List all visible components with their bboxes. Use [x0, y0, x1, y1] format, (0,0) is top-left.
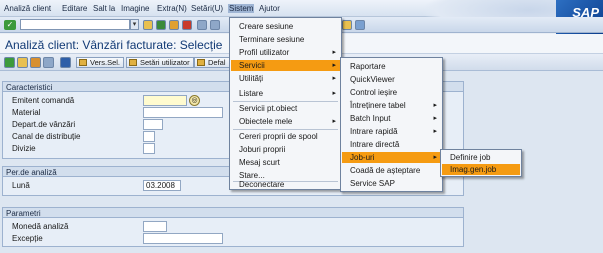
menu-setari[interactable]: Setări(U) — [191, 4, 223, 13]
user-settings-button[interactable]: Setări utilizator — [126, 57, 194, 68]
system-menu: Creare sesiune Terminare sesiune Profil … — [229, 17, 342, 190]
currency-field[interactable] — [143, 221, 167, 232]
submenu-arrow-icon: ▸ — [332, 118, 336, 125]
print-icon[interactable] — [197, 20, 207, 30]
menu-item-direct-input[interactable]: Intrare directă — [342, 139, 441, 150]
menu-item-quickviewer[interactable]: QuickViewer — [342, 74, 441, 85]
enter-check-icon[interactable]: ✓ — [4, 20, 16, 30]
distribution-channel-field[interactable] — [143, 131, 155, 142]
menu-ajutor[interactable]: Ajutor — [259, 4, 280, 13]
menu-item-create-session[interactable]: Creare sesiune — [231, 21, 340, 32]
submenu-arrow-icon: ▸ — [332, 49, 336, 56]
default-icon — [197, 59, 205, 66]
jobs-submenu: Definire job Imag.gen.job — [440, 149, 522, 177]
menu-item-own-spool-requests[interactable]: Cereri proprii de spool — [231, 131, 340, 142]
emitent-field[interactable] — [143, 95, 187, 106]
menu-item-jobs[interactable]: Job-uri ▸ — [342, 152, 441, 163]
menu-item-fast-entry[interactable]: Intrare rapidă ▸ — [342, 126, 441, 137]
menu-item-object-services[interactable]: Servicii pt.obiect — [231, 103, 340, 114]
save-icon[interactable] — [143, 20, 153, 30]
submenu-arrow-icon: ▸ — [433, 128, 437, 135]
group-title: Per.de analiză — [6, 168, 57, 177]
menu-item-batch-input[interactable]: Batch Input ▸ — [342, 113, 441, 124]
back-icon[interactable] — [156, 20, 166, 30]
version-icon — [79, 59, 87, 66]
command-field-dropdown-icon[interactable]: ▾ — [130, 19, 139, 30]
row-exception: Excepție — [3, 233, 463, 245]
menu-item-queue[interactable]: Coadă de așteptare — [342, 165, 441, 176]
submenu-arrow-icon: ▸ — [433, 115, 437, 122]
version-selection-button[interactable]: Vers.Sel. — [76, 57, 125, 68]
search-help-icon[interactable]: ◎ — [189, 95, 200, 106]
help-icon[interactable] — [355, 20, 365, 30]
menu-item-reporting[interactable]: Raportare — [342, 61, 441, 72]
group-parameters: Parametri Monedă analiză Excepție — [2, 207, 464, 247]
menu-item-list[interactable]: Listare ▸ — [231, 88, 340, 99]
menu-item-output-control[interactable]: Control ieșire — [342, 87, 441, 98]
menu-item-sap-service[interactable]: Service SAP — [342, 178, 441, 189]
month-field[interactable]: 03.2008 — [143, 180, 181, 191]
save-variant-icon[interactable] — [30, 57, 41, 68]
exception-field[interactable] — [143, 233, 223, 244]
menu-salt-la[interactable]: Salt la — [93, 4, 115, 13]
material-field[interactable] — [143, 107, 223, 118]
exit-icon[interactable] — [169, 20, 179, 30]
submenu-arrow-icon: ▸ — [433, 102, 437, 109]
menu-editare[interactable]: Editare — [62, 4, 87, 13]
services-submenu: Raportare QuickViewer Control ieșire Înt… — [340, 57, 443, 192]
menu-item-table-maintenance[interactable]: Întreținere tabel ▸ — [342, 100, 441, 111]
menu-item-end-session[interactable]: Terminare sesiune — [231, 34, 340, 45]
submenu-arrow-icon: ▸ — [332, 75, 336, 82]
command-field[interactable] — [20, 19, 130, 30]
menu-item-services[interactable]: Servicii ▸ — [231, 60, 340, 71]
menu-item-logoff[interactable]: Deconectare — [231, 179, 340, 190]
menu-item-own-jobs[interactable]: Joburi proprii — [231, 144, 340, 155]
page-title: Analiză client: Vânzări facturate: Selec… — [5, 38, 223, 52]
get-variant-icon[interactable] — [17, 57, 28, 68]
default-button[interactable]: Defal — [194, 57, 230, 68]
division-field[interactable] — [143, 143, 155, 154]
execute-icon[interactable] — [4, 57, 15, 68]
menu-separator — [233, 129, 338, 130]
menu-imagine[interactable]: Imagine — [121, 4, 149, 13]
menu-extra[interactable]: Extra(N) — [157, 4, 187, 13]
group-title: Parametri — [6, 209, 41, 218]
submenu-arrow-icon: ▸ — [332, 90, 336, 97]
submenu-arrow-icon: ▸ — [332, 62, 336, 69]
menu-sistem[interactable]: Sistem — [228, 4, 255, 13]
menu-item-my-objects[interactable]: Obiectele mele ▸ — [231, 116, 340, 127]
menu-item-job-wizard[interactable]: Imag.gen.job — [442, 164, 520, 175]
settings-icon — [129, 59, 137, 66]
menu-item-short-message[interactable]: Mesaj scurt — [231, 157, 340, 168]
menu-item-define-job[interactable]: Definire job — [442, 152, 520, 163]
submenu-arrow-icon: ▸ — [433, 154, 437, 161]
new-session-icon[interactable] — [342, 20, 352, 30]
group-title: Caracteristici — [6, 83, 53, 92]
menu-separator — [233, 101, 338, 102]
row-currency: Monedă analiză — [3, 221, 463, 233]
menu-item-utilities[interactable]: Utilități ▸ — [231, 73, 340, 84]
menu-item-user-profile[interactable]: Profil utilizator ▸ — [231, 47, 340, 58]
info-icon[interactable] — [60, 57, 71, 68]
sales-department-field[interactable] — [143, 119, 163, 130]
cancel-icon[interactable] — [182, 20, 192, 30]
program-icon[interactable] — [43, 57, 54, 68]
menu-analiza-client[interactable]: Analiză client — [4, 4, 51, 13]
find-icon[interactable] — [210, 20, 220, 30]
